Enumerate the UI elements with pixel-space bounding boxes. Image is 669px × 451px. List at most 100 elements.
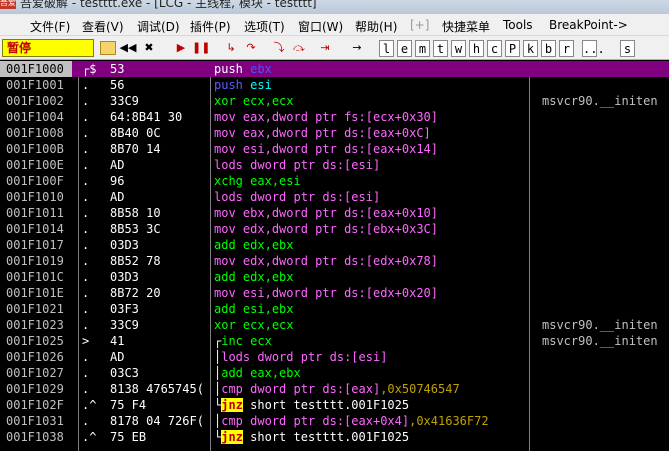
instruction-cell: push esi	[214, 77, 529, 93]
disasm-row[interactable]: 001F1025 >41 ┌inc ecx msvcr90.__initen	[0, 333, 669, 349]
flow-marker: .	[82, 142, 90, 156]
address-cell: 001F1031	[6, 414, 64, 428]
goto-icon[interactable]: →	[348, 39, 366, 57]
threads-window-button[interactable]: t	[433, 40, 448, 57]
disasm-row[interactable]: 001F1026. AD │lods dword ptr ds:[esi]	[0, 349, 669, 365]
flow-marker: .	[82, 286, 90, 300]
hex-bytes-cell: 75 EB	[110, 430, 147, 444]
menu-shortcuts[interactable]: 快捷菜单	[442, 18, 490, 35]
instruction-cell: └jnz short testttt.001F1025	[214, 397, 529, 413]
menu-tools[interactable]: Tools	[503, 18, 533, 32]
disasm-row[interactable]: 001F100B. 8B70 14 mov esi,dword ptr ds:[ea…	[0, 141, 669, 157]
hex-bytes-cell: 96	[110, 174, 125, 188]
breakpoints-window-button[interactable]: b	[541, 40, 556, 57]
operands: ebx,dword ptr ds:[eax+0x10]	[242, 206, 438, 220]
trace-over-icon[interactable]: ⤼	[290, 39, 308, 57]
menu-help[interactable]: 帮助(H)	[355, 18, 397, 35]
source-window-button[interactable]: s	[620, 40, 635, 57]
disasm-row[interactable]: 001F1023. 33C9 xor ecx,ecx msvcr90.__initen	[0, 317, 669, 333]
disasm-row[interactable]: 001F1017. 03D3 add edx,ebx	[0, 237, 669, 253]
address-cell: 001F1010	[6, 190, 64, 204]
patches-window-button[interactable]: P	[505, 40, 520, 57]
disasm-row[interactable]: 001F1008. 8B40 0C mov eax,dword ptr ds:[ea…	[0, 125, 669, 141]
disasm-row[interactable]: 001F1021. 03F3 add esi,ebx	[0, 301, 669, 317]
instruction-cell: xor ecx,ecx	[214, 317, 529, 333]
disassembly-pane[interactable]: 001F1000 ┌$ 53 push ebx 001F1001. 56 push esi 0…	[0, 61, 669, 451]
menu-window[interactable]: 窗口(W)	[298, 18, 343, 35]
disasm-row[interactable]: 001F101C. 03D3 add edx,ebx	[0, 269, 669, 285]
disasm-row[interactable]: 001F1010. AD lods dword ptr ds:[esi]	[0, 189, 669, 205]
disasm-row[interactable]: 001F1029. 8138 4765745(│cmp dword ptr ds:…	[0, 381, 669, 397]
flow-marker: .	[82, 222, 90, 236]
menu-file[interactable]: 文件(F)	[30, 18, 70, 35]
trace-into-icon[interactable]: ⤵	[270, 39, 288, 57]
instruction-cell: │add eax,ebx	[214, 365, 529, 381]
address-cell: 001F101E	[6, 286, 64, 300]
windows-window-button[interactable]: w	[451, 40, 466, 57]
operands: short testttt.001F1025	[250, 430, 410, 444]
flow-marker: .	[82, 366, 90, 380]
address-cell: 001F1002	[6, 94, 64, 108]
call-stack-button[interactable]: k	[523, 40, 538, 57]
mnemonic: mov	[214, 142, 236, 156]
close-icon[interactable]: ✖	[140, 39, 158, 57]
open-icon[interactable]	[100, 41, 116, 55]
more-windows-button[interactable]: ...	[582, 40, 605, 57]
disasm-row[interactable]: 001F1002. 33C9 xor ecx,ecx msvcr90.__initen	[0, 93, 669, 109]
menu-expand[interactable]: [+]	[410, 18, 429, 32]
hex-bytes-cell: 8B52 78	[110, 254, 161, 268]
mnemonic: lods	[221, 350, 251, 364]
address-cell: 001F102F	[6, 398, 64, 412]
memory-window-button[interactable]: m	[415, 40, 430, 57]
references-window-button[interactable]: r	[559, 40, 574, 57]
disasm-row[interactable]: 001F1000 ┌$ 53 push ebx	[0, 61, 669, 77]
operands: dword ptr ds:[esi]	[250, 190, 381, 204]
address-cell: 001F1004	[6, 110, 64, 124]
mnemonic: mov	[214, 286, 236, 300]
operands: edx,dword ptr ds:[edx+0x78]	[242, 254, 438, 268]
toolbar: 暂停 ◀◀ ✖ ▶ ❚❚ ↳ ↷ ⤵ ⤼ ⇥ → l e m t w h c P…	[0, 36, 669, 60]
mnemonic: mov	[214, 254, 236, 268]
menu-debug[interactable]: 调试(D)	[137, 18, 180, 35]
address-cell: 001F100B	[6, 142, 64, 156]
hex-bytes-cell: 8B53 3C	[110, 222, 161, 236]
flow-marker: .	[82, 238, 90, 252]
modules-window-button[interactable]: e	[397, 40, 412, 57]
menu-options[interactable]: 选项(T)	[244, 18, 285, 35]
disasm-row[interactable]: 001F101E. 8B72 20 mov esi,dword ptr ds:[ed…	[0, 285, 669, 301]
pause-icon[interactable]: ❚❚	[192, 39, 210, 57]
menu-view[interactable]: 查看(V)	[82, 18, 124, 35]
hex-bytes-cell: 03F3	[110, 302, 139, 316]
menu-breakpoint[interactable]: BreakPoint->	[549, 18, 628, 32]
disasm-row[interactable]: 001F100E. AD lods dword ptr ds:[esi]	[0, 157, 669, 173]
disasm-row[interactable]: 001F1019. 8B52 78 mov edx,dword ptr ds:[ed…	[0, 253, 669, 269]
hex-bytes-cell: 8B40 0C	[110, 126, 161, 140]
flow-marker: .	[82, 318, 90, 332]
cpu-window-button[interactable]: c	[487, 40, 502, 57]
rewind-icon[interactable]: ◀◀	[119, 39, 137, 57]
disasm-row[interactable]: 001F102F .^ 75 F4 └jnz short testttt.001F10…	[0, 397, 669, 413]
disasm-row[interactable]: 001F1011. 8B58 10 mov ebx,dword ptr ds:[ea…	[0, 205, 669, 221]
flow-marker: >	[82, 334, 90, 348]
run-icon[interactable]: ▶	[172, 39, 190, 57]
mnemonic: xchg	[214, 174, 243, 188]
disasm-row[interactable]: 001F100F. 96 xchg eax,esi	[0, 173, 669, 189]
step-into-icon[interactable]: ↳	[222, 39, 240, 57]
operands: esi,dword ptr ds:[eax+0x14]	[242, 142, 438, 156]
disasm-row[interactable]: 001F1001. 56 push esi	[0, 77, 669, 93]
disasm-row[interactable]: 001F1014. 8B53 3C mov edx,dword ptr ds:[eb…	[0, 221, 669, 237]
mnemonic: push	[214, 78, 243, 92]
execute-till-return-icon[interactable]: ⇥	[316, 39, 334, 57]
instruction-cell: ┌inc ecx	[214, 333, 529, 349]
disasm-row[interactable]: 001F1038 .^ 75 EB └jnz short testttt.001F10…	[0, 429, 669, 445]
disasm-row[interactable]: 001F1027. 03C3 │add eax,ebx	[0, 365, 669, 381]
disasm-row[interactable]: 001F1031. 8178 04 726F(│cmp dword ptr ds:…	[0, 413, 669, 429]
handles-window-button[interactable]: h	[469, 40, 484, 57]
menu-plugins[interactable]: 插件(P)	[190, 18, 231, 35]
flow-marker: .	[82, 94, 90, 108]
hex-bytes-cell: 03D3	[110, 238, 139, 252]
mnemonic: cmp	[221, 414, 243, 428]
log-window-button[interactable]: l	[379, 40, 394, 57]
step-over-icon[interactable]: ↷	[242, 39, 260, 57]
disasm-row[interactable]: 001F1004. 64:8B41 30 mov eax,dword ptr fs:…	[0, 109, 669, 125]
